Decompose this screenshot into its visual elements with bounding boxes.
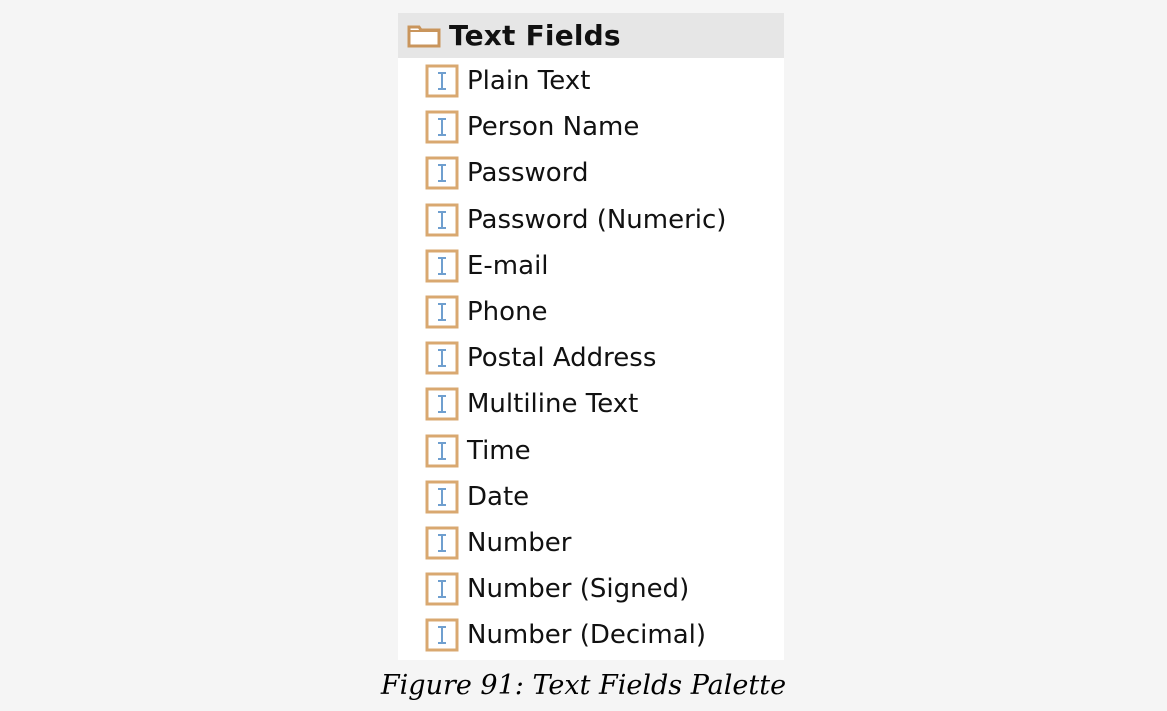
palette-item-label: Phone <box>467 297 548 328</box>
palette-item-phone[interactable]: Phone <box>398 289 784 335</box>
palette-item-label: Time <box>467 435 531 466</box>
palette-item-list: Plain Text Person Name Password Password… <box>398 58 784 658</box>
palette-item-label: E-mail <box>467 250 549 281</box>
palette-item-postal-address[interactable]: Postal Address <box>398 335 784 381</box>
palette-item-label: Number (Signed) <box>467 574 690 605</box>
folder-icon <box>407 25 441 47</box>
text-field-icon <box>425 295 459 329</box>
palette-item-email[interactable]: E-mail <box>398 243 784 289</box>
palette-item-plain-text[interactable]: Plain Text <box>398 58 784 104</box>
text-field-icon <box>425 156 459 190</box>
palette-item-number-decimal[interactable]: Number (Decimal) <box>398 612 784 658</box>
palette-item-label: Postal Address <box>467 343 657 374</box>
palette-item-label: Number <box>467 527 572 558</box>
palette-category-label: Text Fields <box>449 19 621 52</box>
page: Text Fields Plain Text Person Name Passw… <box>0 0 1167 711</box>
text-field-icon <box>425 434 459 468</box>
palette-item-time[interactable]: Time <box>398 428 784 474</box>
text-field-icon <box>425 526 459 560</box>
palette-item-password[interactable]: Password <box>398 150 784 196</box>
text-field-icon <box>425 480 459 514</box>
palette-item-multiline-text[interactable]: Multiline Text <box>398 381 784 427</box>
text-field-icon <box>425 203 459 237</box>
palette-item-label: Plain Text <box>467 66 591 97</box>
text-field-icon <box>425 341 459 375</box>
palette-item-label: Password (Numeric) <box>467 204 727 235</box>
palette-item-password-numeric[interactable]: Password (Numeric) <box>398 197 784 243</box>
text-field-icon <box>425 618 459 652</box>
text-field-icon <box>425 572 459 606</box>
palette-item-label: Person Name <box>467 112 640 143</box>
palette-item-label: Date <box>467 481 530 512</box>
figure-caption: Figure 91: Text Fields Palette <box>380 670 787 701</box>
palette-item-person-name[interactable]: Person Name <box>398 104 784 150</box>
palette-item-number-signed[interactable]: Number (Signed) <box>398 566 784 612</box>
palette-item-number[interactable]: Number <box>398 520 784 566</box>
palette-item-label: Password <box>467 158 589 189</box>
text-fields-palette: Text Fields Plain Text Person Name Passw… <box>398 13 784 660</box>
palette-category-header[interactable]: Text Fields <box>398 13 784 58</box>
text-field-icon <box>425 64 459 98</box>
text-field-icon <box>425 110 459 144</box>
text-field-icon <box>425 387 459 421</box>
palette-item-label: Multiline Text <box>467 389 639 420</box>
palette-item-date[interactable]: Date <box>398 474 784 520</box>
text-field-icon <box>425 249 459 283</box>
palette-item-label: Number (Decimal) <box>467 620 707 651</box>
